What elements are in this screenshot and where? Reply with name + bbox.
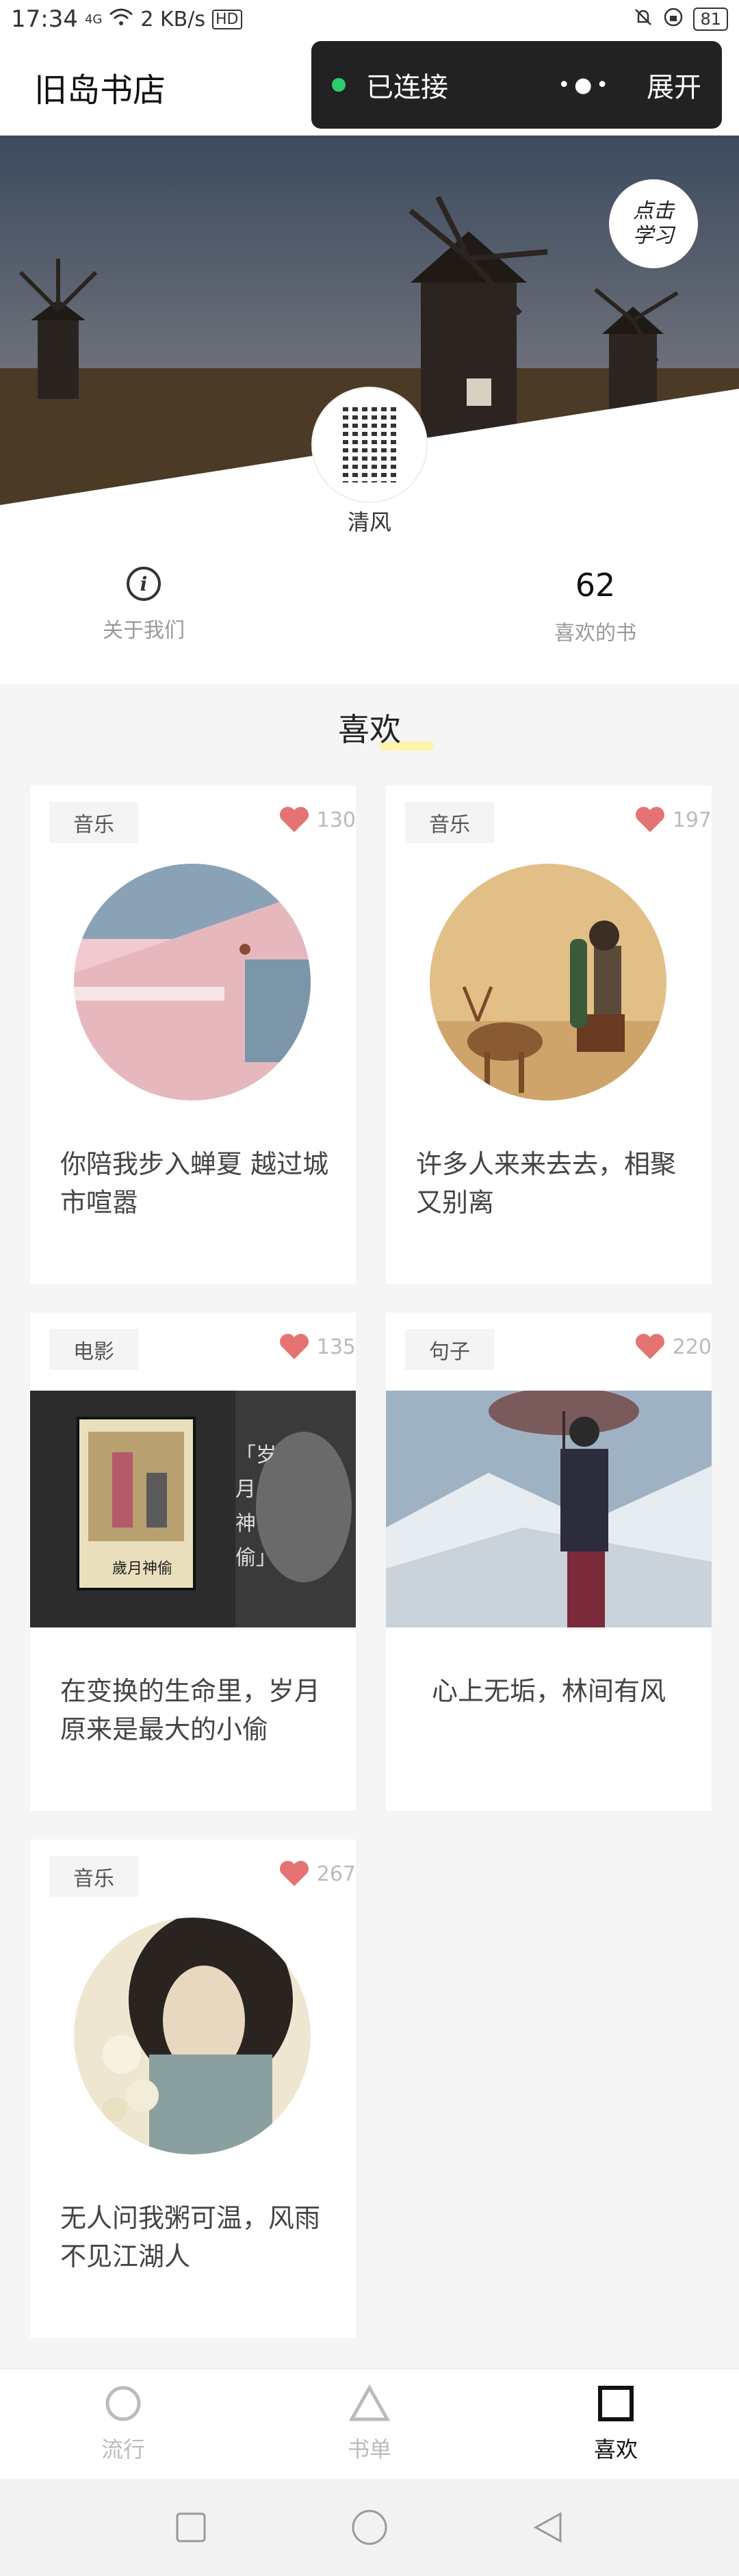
section-title: 喜欢 xyxy=(338,711,401,748)
like-number: 135 xyxy=(316,1335,356,1359)
like-count[interactable]: 267 xyxy=(278,1860,356,1888)
like-count[interactable]: 220 xyxy=(634,1333,712,1361)
category-tag: 音乐 xyxy=(49,802,138,843)
profile-section: 清风 i 关于我们 62 喜欢的书 xyxy=(0,505,739,684)
tab-booklist[interactable]: 书单 xyxy=(246,2369,493,2479)
liked-books-stat[interactable]: 62 喜欢的书 xyxy=(527,567,664,646)
tab-label: 流行 xyxy=(101,2436,145,2462)
card-item[interactable]: 句子 220 心上无垢，林间有风 xyxy=(386,1313,712,1811)
circle-icon xyxy=(105,2386,141,2421)
card-item[interactable]: 音乐 130 你陪我步入蝉夏 越过城市喧嚣 xyxy=(30,786,356,1284)
liked-books-count: 62 xyxy=(575,567,616,604)
heart-icon xyxy=(279,806,309,832)
square-icon xyxy=(598,2386,634,2421)
badge-line-2: 学习 xyxy=(633,224,674,248)
more-dots-icon[interactable]: •●• xyxy=(558,73,612,97)
system-nav-bar xyxy=(0,2479,739,2576)
category-tag: 句子 xyxy=(405,1329,494,1370)
poster-title: 歲月神偷 xyxy=(112,1560,173,1577)
bottom-tab-bar: 流行 书单 喜欢 xyxy=(0,2368,739,2479)
connected-dot-icon xyxy=(332,78,346,92)
tab-label: 书单 xyxy=(347,2436,391,2462)
heart-icon xyxy=(635,806,664,832)
home-icon[interactable] xyxy=(350,2508,389,2547)
category-tag: 电影 xyxy=(49,1329,138,1370)
like-number: 197 xyxy=(672,808,712,832)
category-tag: 音乐 xyxy=(405,802,494,843)
app-title: 旧岛书店 xyxy=(34,71,166,110)
card-item[interactable]: 音乐 267 无人问我粥可温，风雨不见江湖人 xyxy=(30,1840,356,2338)
avatar[interactable] xyxy=(311,387,428,503)
info-icon: i xyxy=(127,567,161,601)
wifi-icon xyxy=(109,5,133,33)
tab-popular[interactable]: 流行 xyxy=(0,2369,246,2479)
card-quote: 许多人来来去去，相聚又别离 xyxy=(416,1149,677,1218)
network-label: 4G xyxy=(84,12,103,27)
card-quote: 你陪我步入蝉夏 越过城市喧嚣 xyxy=(60,1149,329,1218)
status-bar: 17:34 4G 2 KB/s HD 81 xyxy=(0,0,739,38)
heart-icon xyxy=(279,1333,309,1359)
expand-button[interactable]: 展开 xyxy=(647,65,701,105)
connection-label: 已连接 xyxy=(366,72,448,103)
learn-badge-button[interactable]: 点击 学习 xyxy=(609,179,698,268)
tab-label: 喜欢 xyxy=(593,2436,638,2462)
heart-icon xyxy=(635,1333,664,1359)
like-number: 267 xyxy=(316,1862,356,1886)
about-us-button[interactable]: i 关于我们 xyxy=(75,567,212,643)
poster-overlay-text: 「岁 月 神 偷」 xyxy=(235,1443,276,1570)
triangle-icon xyxy=(349,2384,390,2421)
back-icon[interactable] xyxy=(532,2511,565,2544)
hd-icon: HD xyxy=(212,9,242,29)
cover-image xyxy=(74,1918,311,2154)
cover-image xyxy=(430,864,666,1100)
card-quote: 无人问我粥可温，风雨不见江湖人 xyxy=(60,2203,321,2271)
battery-indicator: 81 xyxy=(693,8,728,31)
status-time: 17:34 xyxy=(11,5,78,33)
like-count[interactable]: 130 xyxy=(278,806,356,834)
bell-off-icon xyxy=(633,7,653,32)
about-label: 关于我们 xyxy=(103,619,185,643)
card-quote: 在变换的生命里，岁月原来是最大的小偷 xyxy=(60,1676,321,1744)
tab-favorites[interactable]: 喜欢 xyxy=(493,2369,739,2479)
username: 清风 xyxy=(347,509,391,535)
connection-status-pill[interactable]: 已连接 •●• 展开 xyxy=(311,41,722,129)
network-speed: 2 KB/s xyxy=(140,7,206,31)
cover-image xyxy=(74,864,311,1100)
badge-line-1: 点击 xyxy=(633,199,674,223)
card-item[interactable]: 音乐 197 许多人来来去去，相聚又别离 xyxy=(386,786,712,1284)
liked-books-label: 喜欢的书 xyxy=(554,621,636,645)
category-tag: 音乐 xyxy=(49,1856,138,1897)
like-number: 130 xyxy=(316,808,356,832)
like-count[interactable]: 197 xyxy=(634,806,712,834)
recent-apps-icon[interactable] xyxy=(174,2511,207,2544)
lock-rotation-icon xyxy=(663,7,684,32)
card-quote: 心上无垢，林间有风 xyxy=(431,1676,666,1706)
card-item[interactable]: 电影 135 歲月神偷 「岁 月 神 偷」 在变换的生命里，岁月原来是最大的小偷 xyxy=(30,1313,356,1811)
calligraphy-avatar-image xyxy=(328,407,411,482)
heart-icon xyxy=(279,1860,309,1886)
like-count[interactable]: 135 xyxy=(278,1333,356,1361)
movie-poster-image: 歲月神偷 「岁 月 神 偷」 xyxy=(30,1391,356,1627)
like-number: 220 xyxy=(672,1335,712,1359)
cover-image xyxy=(386,1391,712,1627)
